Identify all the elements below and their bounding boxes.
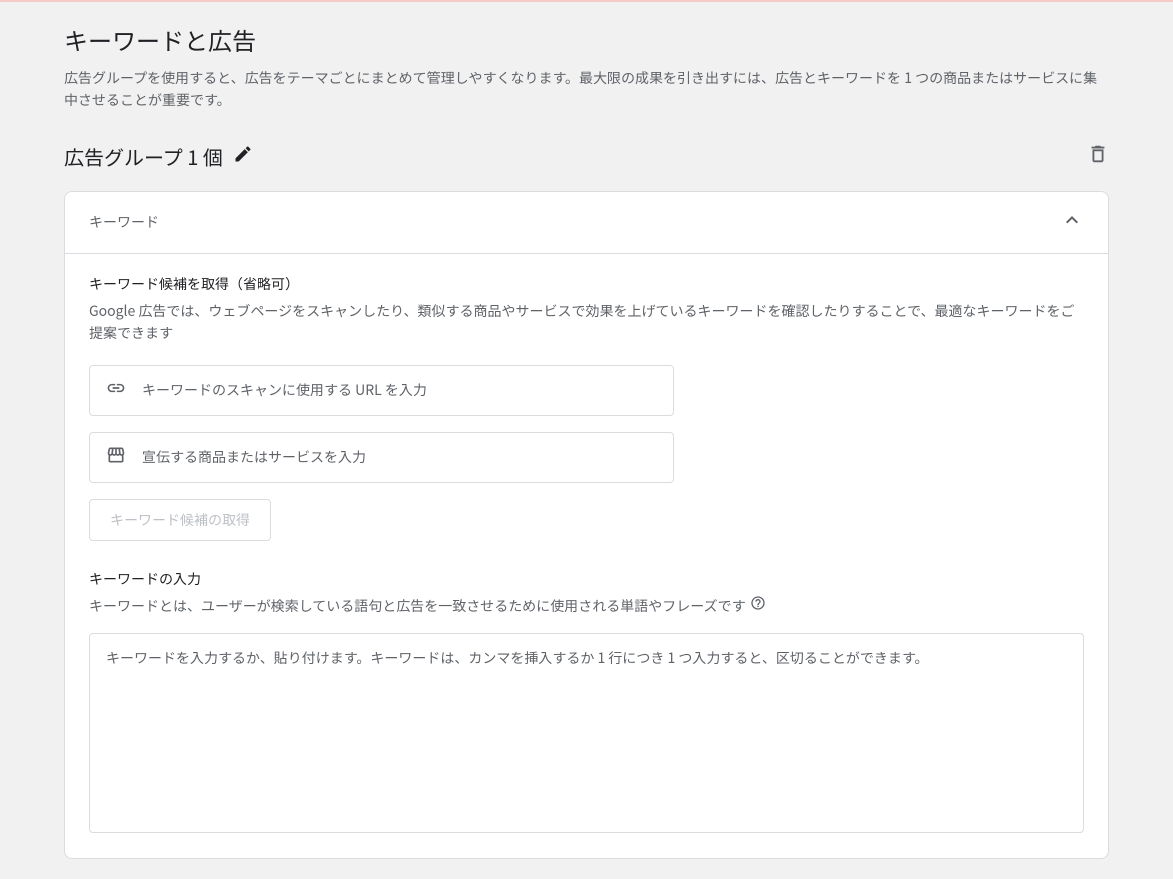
keyword-card-header[interactable]: キーワード	[65, 192, 1108, 254]
card-body: キーワード候補を取得（省略可） Google 広告では、ウェブページをスキャンし…	[65, 254, 1108, 858]
enter-description-text: キーワードとは、ユーザーが検索している語句と広告を一致させるために使用される単語…	[89, 595, 746, 617]
enter-keywords-description: キーワードとは、ユーザーが検索している語句と広告を一致させるために使用される単語…	[89, 595, 1084, 617]
product-input-field[interactable]	[89, 432, 674, 483]
product-input[interactable]	[142, 447, 657, 467]
storefront-icon	[106, 445, 126, 470]
keyword-textarea[interactable]	[89, 633, 1084, 833]
get-suggestions-button[interactable]: キーワード候補の取得	[89, 499, 271, 541]
suggest-section-description: Google 広告では、ウェブページをスキャンしたり、類似する商品やサービスで効…	[89, 300, 1084, 345]
edit-icon[interactable]	[233, 144, 253, 169]
ad-group-title-wrap: 広告グループ 1 個	[64, 142, 253, 171]
main-container: キーワードと広告 広告グループを使用すると、広告をテーマごとにまとめて管理しやす…	[0, 2, 1173, 879]
url-input-field[interactable]	[89, 365, 674, 416]
ad-group-header: 広告グループ 1 個	[64, 142, 1109, 171]
help-icon[interactable]	[750, 595, 766, 617]
enter-keywords-title: キーワードの入力	[89, 569, 1084, 589]
page-header: キーワードと広告 広告グループを使用すると、広告をテーマごとにまとめて管理しやす…	[64, 22, 1109, 112]
delete-icon[interactable]	[1087, 143, 1109, 170]
page-title: キーワードと広告	[64, 22, 1109, 57]
suggest-section-title: キーワード候補を取得（省略可）	[89, 274, 1084, 294]
keyword-card: キーワード キーワード候補を取得（省略可） Google 広告では、ウェブページ…	[64, 191, 1109, 859]
url-input[interactable]	[142, 380, 657, 400]
chevron-up-icon	[1060, 208, 1084, 237]
card-header-title: キーワード	[89, 212, 159, 232]
ad-group-title: 広告グループ 1 個	[64, 142, 223, 171]
link-icon	[106, 378, 126, 403]
page-description: 広告グループを使用すると、広告をテーマごとにまとめて管理しやすくなります。最大限…	[64, 67, 1109, 112]
